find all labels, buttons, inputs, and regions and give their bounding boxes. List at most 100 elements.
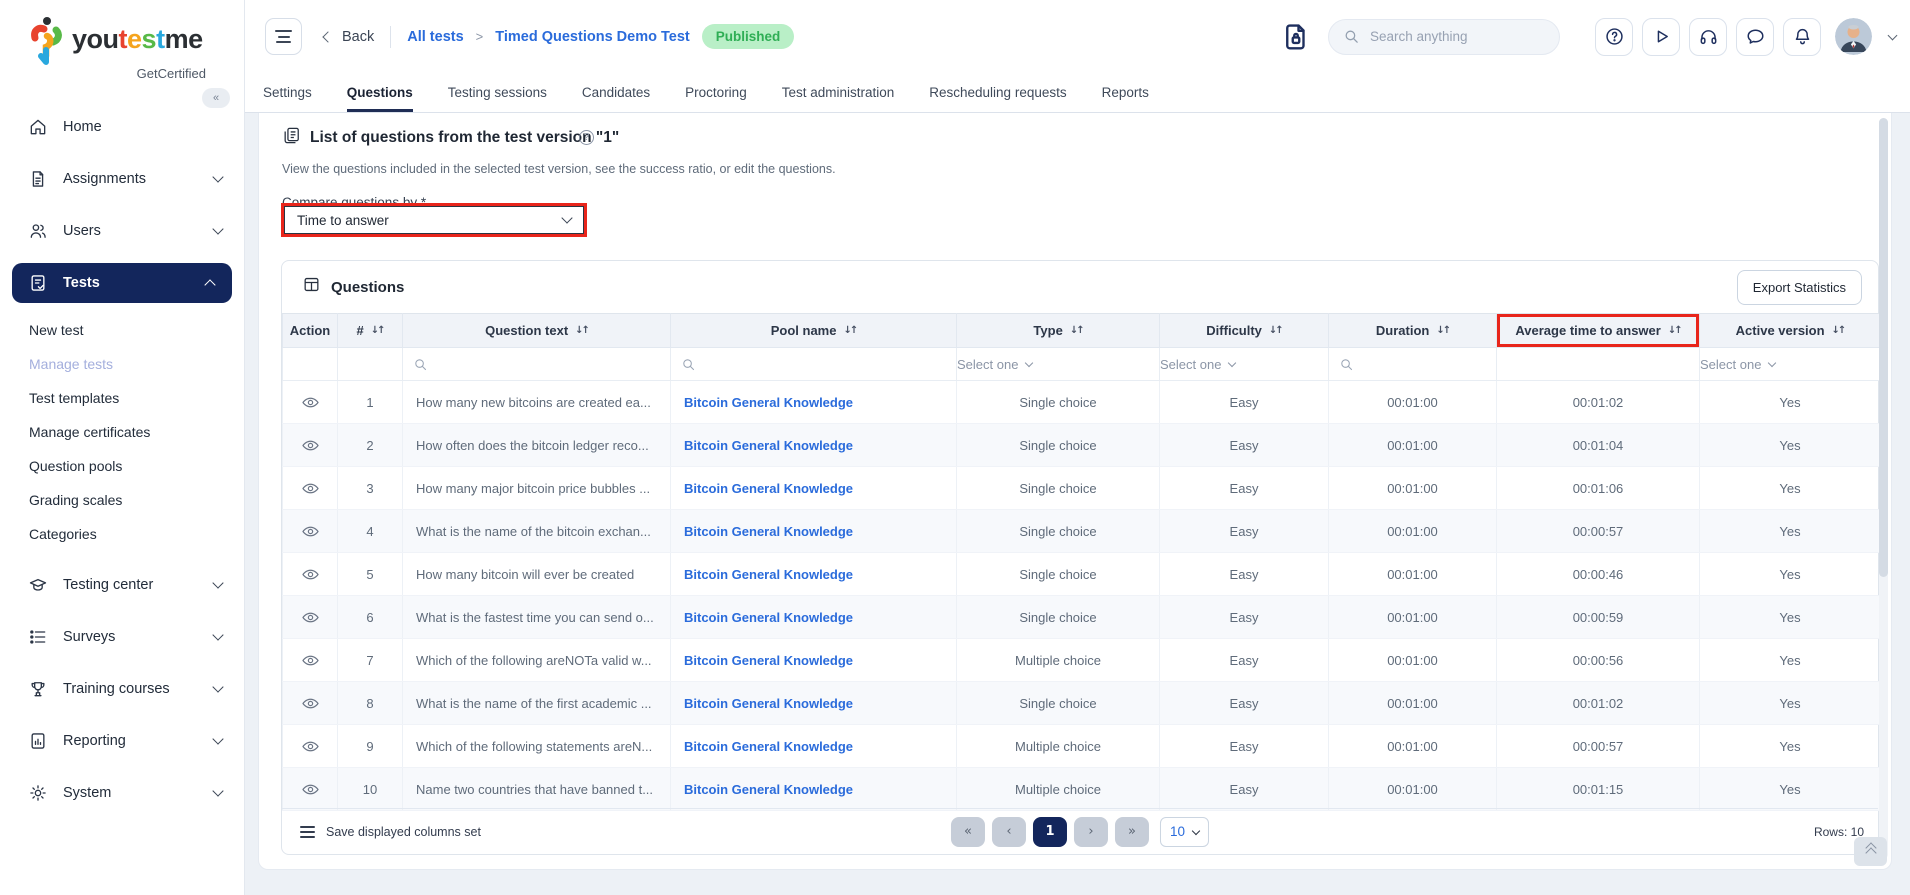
question-difficulty: Easy	[1160, 381, 1329, 424]
trophy-icon	[28, 679, 48, 699]
pool-name-link[interactable]: Bitcoin General Knowledge	[684, 739, 853, 754]
column-header[interactable]: Active version ↓↑	[1700, 314, 1881, 348]
column-header[interactable]: Average time to answer ↓↑	[1497, 314, 1700, 348]
user-avatar[interactable]	[1835, 18, 1872, 55]
column-select-filter[interactable]: Select one	[1700, 357, 1880, 372]
column-header[interactable]: # ↓↑	[338, 314, 403, 348]
export-statistics-button[interactable]: Export Statistics	[1737, 270, 1862, 305]
save-columns-button[interactable]: Save displayed columns set	[300, 825, 481, 839]
pool-name-link[interactable]: Bitcoin General Knowledge	[684, 524, 853, 539]
help-button[interactable]	[1595, 18, 1633, 56]
tab[interactable]: Testing sessions	[448, 73, 547, 112]
sidebar-item-reporting[interactable]: Reporting	[0, 721, 244, 761]
help-circle-icon[interactable]: ?	[579, 130, 594, 145]
first-page-button[interactable]: «	[951, 817, 985, 847]
pool-name-link[interactable]: Bitcoin General Knowledge	[684, 653, 853, 668]
questions-panel: Questions Export Statistics Action # ↓↑ …	[281, 260, 1879, 855]
secure-document-icon[interactable]	[1281, 22, 1311, 52]
view-question-button[interactable]	[301, 522, 320, 541]
tab[interactable]: Candidates	[582, 73, 650, 112]
view-question-button[interactable]	[301, 694, 320, 713]
sidebar-subitem-grading-scales[interactable]: Grading scales	[0, 483, 244, 517]
tests-icon	[28, 273, 48, 293]
column-header[interactable]: Type ↓↑	[957, 314, 1160, 348]
row-number: 1	[338, 381, 403, 424]
tab[interactable]: Questions	[347, 73, 413, 112]
sidebar-item-testing-center[interactable]: Testing center	[0, 565, 244, 605]
next-page-button[interactable]: ›	[1074, 817, 1108, 847]
column-search-input[interactable]	[671, 357, 956, 372]
sidebar-item-tests[interactable]: Tests	[12, 263, 232, 303]
avatar-menu-chevron[interactable]	[1888, 30, 1898, 40]
support-headset-button[interactable]	[1689, 18, 1727, 56]
sidebar-subitem-manage-certificates[interactable]: Manage certificates	[0, 415, 244, 449]
view-question-button[interactable]	[301, 608, 320, 627]
column-header[interactable]: Question text ↓↑	[403, 314, 671, 348]
sidebar-item-label: Tests	[63, 275, 206, 291]
column-select-filter[interactable]: Select one	[957, 357, 1159, 372]
questions-table: Action # ↓↑ Question text ↓↑ Pool name ↓…	[282, 313, 1881, 811]
tab[interactable]: Settings	[263, 73, 312, 112]
column-header[interactable]: Pool name ↓↑	[671, 314, 957, 348]
tab[interactable]: Proctoring	[685, 73, 747, 112]
column-search-input[interactable]	[1329, 357, 1496, 372]
view-question-button[interactable]	[301, 737, 320, 756]
view-question-button[interactable]	[301, 393, 320, 412]
sidebar-item-system[interactable]: System	[0, 773, 244, 813]
tab[interactable]: Reports	[1102, 73, 1149, 112]
last-page-button[interactable]: »	[1115, 817, 1149, 847]
sidebar-item-surveys[interactable]: Surveys	[0, 617, 244, 657]
view-question-button[interactable]	[301, 780, 320, 799]
pool-name-link[interactable]: Bitcoin General Knowledge	[684, 395, 853, 410]
chevron-down-icon	[1192, 826, 1200, 834]
view-question-button[interactable]	[301, 436, 320, 455]
column-search-input[interactable]	[403, 357, 670, 372]
sidebar-item-label: Users	[63, 223, 214, 239]
prev-page-button[interactable]: ‹	[992, 817, 1026, 847]
compare-questions-dropdown[interactable]: Time to answer	[284, 206, 584, 234]
question-text: How often does the bitcoin ledger reco..…	[403, 424, 671, 467]
active-version: Yes	[1700, 381, 1881, 424]
column-header-label: Average time to answer	[1515, 323, 1660, 338]
column-select-filter[interactable]: Select one	[1160, 357, 1328, 372]
tour-play-button[interactable]	[1642, 18, 1680, 56]
sidebar-subitem-new-test[interactable]: New test	[0, 313, 244, 347]
sidebar-subitem-question-pools[interactable]: Question pools	[0, 449, 244, 483]
chat-button[interactable]	[1736, 18, 1774, 56]
column-header[interactable]: Difficulty ↓↑	[1160, 314, 1329, 348]
breadcrumb-test-name[interactable]: Timed Questions Demo Test	[495, 29, 689, 45]
sidebar-collapse-button[interactable]: «	[202, 88, 230, 108]
pool-name-link[interactable]: Bitcoin General Knowledge	[684, 438, 853, 453]
save-columns-label: Save displayed columns set	[326, 825, 481, 839]
back-button[interactable]: Back	[324, 29, 374, 45]
breadcrumb-all-tests[interactable]: All tests	[407, 29, 463, 45]
sidebar-subitem-manage-tests[interactable]: Manage tests	[0, 347, 244, 381]
current-page-button[interactable]: 1	[1033, 817, 1067, 847]
tab[interactable]: Test administration	[782, 73, 895, 112]
sidebar-item-users[interactable]: Users	[0, 211, 244, 251]
scroll-to-top-button[interactable]	[1854, 837, 1887, 866]
sidebar-subitem-categories[interactable]: Categories	[0, 517, 244, 551]
scrollbar-thumb[interactable]	[1879, 118, 1888, 577]
sidebar-item-assignments[interactable]: Assignments	[0, 159, 244, 199]
tab-label: Questions	[347, 85, 413, 100]
eye-icon	[301, 565, 320, 584]
row-number: 9	[338, 725, 403, 768]
pool-name-link[interactable]: Bitcoin General Knowledge	[684, 610, 853, 625]
view-question-button[interactable]	[301, 565, 320, 584]
pool-name-link[interactable]: Bitcoin General Knowledge	[684, 567, 853, 582]
pool-name-link[interactable]: Bitcoin General Knowledge	[684, 782, 853, 797]
notifications-bell-button[interactable]	[1783, 18, 1821, 56]
page-size-select[interactable]: 10	[1160, 817, 1209, 847]
pool-name-link[interactable]: Bitcoin General Knowledge	[684, 696, 853, 711]
pool-name-link[interactable]: Bitcoin General Knowledge	[684, 481, 853, 496]
view-question-button[interactable]	[301, 479, 320, 498]
menu-toggle-button[interactable]	[265, 18, 302, 55]
column-header[interactable]: Duration ↓↑	[1329, 314, 1497, 348]
sidebar-item-training-courses[interactable]: Training courses	[0, 669, 244, 709]
sidebar-item-home[interactable]: Home	[0, 107, 244, 147]
search-input[interactable]	[1370, 29, 1530, 44]
view-question-button[interactable]	[301, 651, 320, 670]
tab[interactable]: Rescheduling requests	[929, 73, 1066, 112]
sidebar-subitem-test-templates[interactable]: Test templates	[0, 381, 244, 415]
